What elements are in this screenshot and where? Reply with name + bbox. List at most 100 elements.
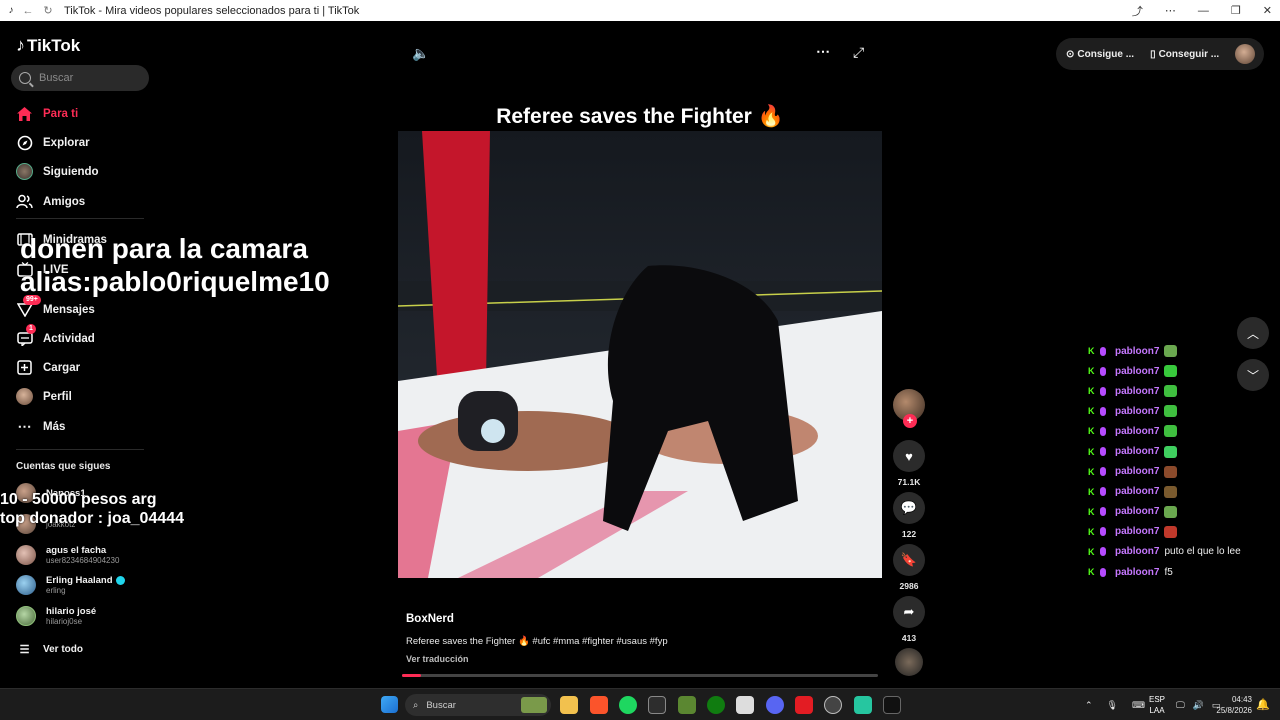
profile-avatar[interactable] <box>1235 44 1256 64</box>
nav-siguiendo[interactable]: Siguiendo <box>16 163 99 180</box>
microphone-badge-icon <box>1100 426 1106 436</box>
following-item[interactable]: agus el facha user8234684904230 <box>16 545 119 565</box>
spotify-icon[interactable] <box>619 696 637 714</box>
kick-badge-icon: K <box>1088 526 1095 537</box>
chat-emote-icon <box>1164 425 1178 438</box>
get-coins-button[interactable]: ⊙ Consigue ... <box>1066 49 1134 60</box>
chat-username[interactable]: pabloon7 <box>1115 567 1159 578</box>
avatar <box>16 575 36 595</box>
share-count: 413 <box>901 633 917 643</box>
brave-browser-icon[interactable] <box>590 696 608 714</box>
translate-icon[interactable]: ⤴ <box>1132 3 1143 19</box>
share-button[interactable]: ➦ 413 <box>893 596 925 643</box>
network-icon: 🖵 <box>1176 699 1185 710</box>
chevron-up-icon[interactable]: ⌃ <box>1085 700 1093 711</box>
nav-amigos[interactable]: Amigos <box>16 193 85 210</box>
fullscreen-icon[interactable]: ⤢ <box>853 44 864 61</box>
follow-plus-icon[interactable]: + <box>903 414 917 428</box>
translate-link[interactable]: Ver traducción <box>406 654 469 664</box>
microphone-badge-icon <box>1100 386 1106 396</box>
stream-overlay-alias: alias:pablo0riquelme10 <box>20 266 330 297</box>
chat-username[interactable]: pabloon7 <box>1115 446 1159 457</box>
nav-cargar[interactable]: Cargar <box>16 359 80 376</box>
microphone-icon[interactable]: 🎙 <box>1107 700 1118 711</box>
chat-emote-icon <box>1164 345 1178 358</box>
chat-username[interactable]: pabloon7 <box>1115 426 1159 437</box>
sidebar-divider <box>16 449 144 450</box>
save-button[interactable]: 🔖 2986 <box>893 544 925 591</box>
notification-icon[interactable]: 🔔 <box>1256 698 1270 711</box>
next-video-button[interactable]: ﹀ <box>1237 359 1269 391</box>
keyboard-icon[interactable]: ⌨ <box>1132 700 1145 711</box>
search-icon <box>19 72 31 84</box>
chat-username[interactable]: pabloon7 <box>1115 526 1159 537</box>
chat-username[interactable]: pabloon7 <box>1115 346 1159 357</box>
following-item[interactable]: Erling Haaland erling <box>16 575 125 595</box>
chevron-up-icon: ︿ <box>1246 326 1259 341</box>
reload-icon[interactable]: ↻ <box>38 4 58 17</box>
clock[interactable]: 04:43 25/8/2026 <box>1210 694 1252 716</box>
nav-actividad[interactable]: 1 Actividad <box>16 324 95 347</box>
kick-badge-icon: K <box>1088 386 1095 397</box>
get-app-button[interactable]: ▯ Conseguir ... <box>1150 49 1219 60</box>
chat-emote-icon <box>1164 445 1178 458</box>
language-indicator[interactable]: ESP LAA <box>1149 694 1165 716</box>
minecraft-icon[interactable] <box>678 696 696 714</box>
previous-video-button[interactable]: ︿ <box>1237 317 1269 349</box>
volume-icon[interactable]: 🔈 <box>412 45 429 62</box>
chat-username[interactable]: pabloon7 <box>1115 506 1159 517</box>
video-more-icon[interactable]: ⋯ <box>816 43 830 60</box>
comment-button[interactable]: 💬 122 <box>893 492 925 539</box>
kick-badge-icon: K <box>1088 546 1095 557</box>
back-icon[interactable]: ← <box>18 5 38 17</box>
following-item[interactable]: hilario josé hilarioj0se <box>16 606 96 626</box>
red-app-icon[interactable] <box>795 696 813 714</box>
upload-icon <box>16 359 33 376</box>
minimize-button[interactable]: — <box>1198 5 1209 17</box>
list-icon: ☰ <box>19 644 30 656</box>
search-input[interactable]: Buscar <box>11 65 149 91</box>
file-explorer-icon[interactable] <box>560 696 578 714</box>
tiktok-logo[interactable]: ♪ TikTok <box>16 35 80 56</box>
kick-badge-icon: K <box>1088 406 1095 417</box>
like-button[interactable]: ♥ 71.1K <box>893 440 925 487</box>
kick-badge-icon: K <box>1088 366 1095 377</box>
kick-badge-icon: K <box>1088 567 1095 578</box>
nav-mas[interactable]: ⋯ Más <box>16 418 66 435</box>
video-author[interactable]: BoxNerd <box>406 613 454 625</box>
sidebar: ♪ TikTok Buscar Para ti Explorar Siguiend… <box>0 21 165 688</box>
chat-username[interactable]: pabloon7 <box>1115 546 1159 557</box>
chat-message: Kpabloon7 <box>1088 441 1241 461</box>
tiktok-taskbar-icon[interactable] <box>883 696 901 714</box>
windows-start-icon[interactable] <box>381 696 398 713</box>
chat-username[interactable]: pabloon7 <box>1115 406 1159 417</box>
nav-explorar[interactable]: Explorar <box>16 134 90 151</box>
chat-username[interactable]: pabloon7 <box>1115 466 1159 477</box>
green-app-icon[interactable] <box>854 696 872 714</box>
microphone-badge-icon <box>1100 467 1106 477</box>
store-icon[interactable] <box>736 696 754 714</box>
bookmark-icon: 🔖 <box>893 544 925 576</box>
video-progress-bar[interactable] <box>402 674 878 677</box>
browser-icon[interactable] <box>824 696 842 714</box>
chat-username[interactable]: pabloon7 <box>1115 486 1159 497</box>
search-icon: ⌕ <box>413 699 419 711</box>
home-icon <box>16 105 33 122</box>
nav-para-ti[interactable]: Para ti <box>16 105 78 122</box>
chat-emote-icon <box>1164 485 1178 498</box>
nav-perfil[interactable]: Perfil <box>16 388 72 405</box>
chat-username[interactable]: pabloon7 <box>1115 386 1159 397</box>
chat-username[interactable]: pabloon7 <box>1115 366 1159 377</box>
taskbar-search[interactable]: ⌕ Buscar <box>405 694 551 716</box>
music-disc-button[interactable] <box>893 648 925 676</box>
avatar <box>16 606 36 626</box>
see-all-link[interactable]: ☰ Ver todo <box>16 641 83 658</box>
browser-menu-icon[interactable]: ⋯ <box>1165 4 1176 17</box>
nav-mensajes[interactable]: 99+ Mensajes <box>16 295 95 318</box>
nvidia-app-icon[interactable] <box>648 696 666 714</box>
xbox-icon[interactable] <box>707 696 725 714</box>
close-button[interactable]: ✕ <box>1263 4 1272 17</box>
microphone-badge-icon <box>1100 567 1106 577</box>
discord-icon[interactable] <box>766 696 784 714</box>
maximize-button[interactable]: ❐ <box>1231 4 1241 17</box>
